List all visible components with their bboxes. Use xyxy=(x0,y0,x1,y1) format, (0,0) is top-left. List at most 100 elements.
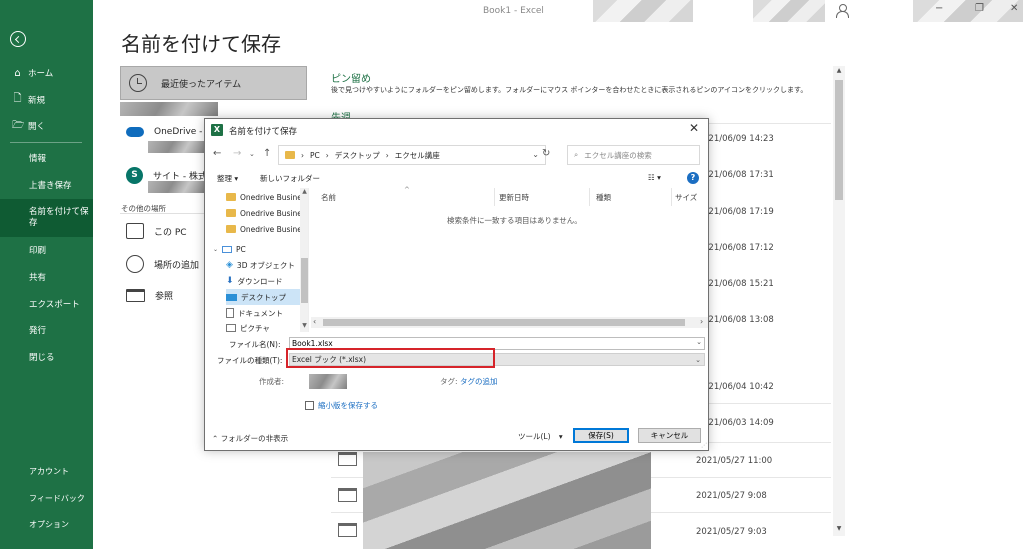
nav-item-label: ドキュメント xyxy=(238,308,283,318)
address-bar[interactable]: › PC › デスクトップ › エクセル講座 ⌄ xyxy=(278,145,546,165)
breadcrumb-item[interactable]: デスクトップ xyxy=(335,150,380,161)
organize-button[interactable]: 整理 ▾ xyxy=(217,173,238,184)
column-header-type[interactable]: 種類 xyxy=(596,192,611,203)
scroll-thumb[interactable] xyxy=(835,80,843,200)
close-icon[interactable]: ✕ xyxy=(689,121,699,135)
save-button[interactable]: 保存(S) xyxy=(573,428,629,443)
hide-folders-button[interactable]: ⌃ フォルダーの非表示 xyxy=(212,433,288,444)
clock-icon xyxy=(129,74,147,92)
pc-icon xyxy=(222,245,233,253)
location-label: この PC xyxy=(154,227,187,238)
title-bar: Book1 - Excel − ❐ ✕ xyxy=(93,0,1024,22)
sidebar-item-export[interactable]: エクスポート xyxy=(0,290,93,317)
sidebar-item-home[interactable]: ⌂ ホーム xyxy=(12,60,92,87)
nav-item-label: 3D オブジェクト xyxy=(236,260,295,270)
content-scrollbar[interactable]: ▲ ▼ xyxy=(833,66,845,536)
sidebar-item-options[interactable]: オプション xyxy=(0,512,93,539)
forward-arrow-icon[interactable]: → xyxy=(233,148,241,159)
search-input[interactable]: ⌕ エクセル講座の検索 xyxy=(567,145,700,165)
column-header-size[interactable]: サイズ xyxy=(675,192,697,203)
location-onedrive[interactable]: OneDrive - xyxy=(126,127,202,137)
nav-item[interactable]: ⬇ ダウンロード xyxy=(226,273,308,289)
restore-icon[interactable]: ❐ xyxy=(975,3,984,14)
nav-pane-scrollbar[interactable]: ▲ ▼ xyxy=(300,188,308,332)
sidebar-item-save[interactable]: 上書き保存 xyxy=(0,172,93,199)
recent-date: 2021/05/27 9:03 xyxy=(696,527,767,537)
scroll-thumb[interactable] xyxy=(323,319,685,326)
user-icon[interactable] xyxy=(836,4,849,18)
nav-item-selected[interactable]: デスクトップ xyxy=(226,289,300,305)
save-thumbnail-option[interactable]: 縮小版を保存する xyxy=(305,400,378,411)
sidebar-item-save-as[interactable]: 名前を付けて保 存 xyxy=(0,198,93,237)
close-window-icon[interactable]: ✕ xyxy=(1010,3,1018,14)
save-thumbnail-label: 縮小版を保存する xyxy=(318,401,378,410)
minimize-icon[interactable]: − xyxy=(935,3,943,14)
scroll-up-icon[interactable]: ▲ xyxy=(833,66,845,76)
cancel-button[interactable]: キャンセル xyxy=(638,428,701,443)
sidebar-item-print[interactable]: 印刷 xyxy=(0,237,93,264)
location-label: 場所の追加 xyxy=(154,260,200,271)
location-this-pc[interactable]: この PC xyxy=(126,223,187,239)
nav-item-label: ダウンロード xyxy=(237,276,283,286)
location-recent[interactable]: 最近使ったアイテム xyxy=(120,66,307,100)
nav-item[interactable]: ◈ 3D オブジェクト xyxy=(226,257,308,273)
help-icon[interactable]: ? xyxy=(687,172,699,184)
sidebar-item-new[interactable]: 🗋 新規 xyxy=(12,87,92,114)
scroll-left-icon[interactable]: ‹ xyxy=(313,317,316,326)
recent-date: 021/06/03 14:09 xyxy=(703,418,774,428)
chevron-down-icon[interactable]: ⌄ xyxy=(249,150,255,158)
location-add-place[interactable]: 場所の追加 xyxy=(126,255,199,273)
resize-grip-icon[interactable]: ⋰ xyxy=(701,442,707,449)
location-label: 最近使ったアイテム xyxy=(161,79,242,90)
new-folder-button[interactable]: 新しいフォルダー xyxy=(260,173,320,184)
breadcrumb-separator: › xyxy=(325,150,329,160)
scroll-thumb[interactable] xyxy=(301,258,308,303)
sidebar-item-open[interactable]: 🗁 開く xyxy=(12,113,92,140)
sidebar-item-label: 開く xyxy=(28,122,46,133)
column-header-name[interactable]: 名前 xyxy=(321,192,336,203)
column-header-modified[interactable]: 更新日時 xyxy=(499,192,529,203)
recent-date: 2021/05/27 9:08 xyxy=(696,491,767,501)
scroll-down-icon[interactable]: ▼ xyxy=(300,322,308,329)
add-tag-link[interactable]: タグの追加 xyxy=(460,376,498,387)
page-title: 名前を付けて保存 xyxy=(121,32,281,56)
scroll-up-icon[interactable]: ▲ xyxy=(300,188,308,195)
save-thumbnail-checkbox[interactable] xyxy=(305,401,314,410)
scroll-right-icon[interactable]: › xyxy=(700,317,703,326)
nav-item-label: デスクトップ xyxy=(241,292,286,302)
sidebar-item-share[interactable]: 共有 xyxy=(0,263,93,290)
nav-item[interactable]: Onedrive Busine xyxy=(226,205,308,221)
nav-item[interactable]: ピクチャ xyxy=(226,320,308,332)
sidebar-item-account[interactable]: アカウント xyxy=(0,458,93,485)
scroll-down-icon[interactable]: ▼ xyxy=(833,524,845,534)
nav-item[interactable]: ドキュメント xyxy=(226,305,308,321)
filetype-label: ファイルの種類(T): xyxy=(217,356,283,365)
folder-icon xyxy=(126,289,145,302)
folder-icon xyxy=(338,488,357,502)
tools-button[interactable]: ツール(L) ▾ xyxy=(518,431,563,442)
sidebar-item-close[interactable]: 閉じる xyxy=(0,344,93,371)
nav-item[interactable]: Onedrive Busine xyxy=(226,221,308,237)
sidebar-item-publish[interactable]: 発行 xyxy=(0,317,93,344)
back-arrow-icon[interactable] xyxy=(10,31,26,47)
redacted-block xyxy=(120,102,218,116)
nav-item-pc[interactable]: ⌄ PC xyxy=(213,241,308,257)
back-arrow-icon[interactable]: ← xyxy=(213,148,221,159)
up-arrow-icon[interactable]: ↑ xyxy=(263,148,271,159)
file-list-hscrollbar[interactable]: ‹ › xyxy=(311,317,708,328)
chevron-down-icon: ▾ xyxy=(558,432,563,441)
chevron-down-icon[interactable]: ⌄ xyxy=(696,338,702,346)
author-value[interactable] xyxy=(309,374,347,389)
3d-objects-icon: ◈ xyxy=(226,260,233,270)
breadcrumb-item[interactable]: エクセル講座 xyxy=(395,150,440,161)
nav-item[interactable]: Onedrive Busine xyxy=(226,189,308,205)
refresh-icon[interactable]: ↻ xyxy=(542,148,550,159)
sidebar-item-feedback[interactable]: フィードバック xyxy=(0,485,93,512)
view-options-icon[interactable]: ☷ ▾ xyxy=(648,173,661,182)
location-browse[interactable]: 参照 xyxy=(126,289,173,302)
pictures-icon xyxy=(226,324,236,332)
chevron-down-icon[interactable]: ⌄ xyxy=(532,150,539,159)
breadcrumb-item[interactable]: PC xyxy=(310,151,320,160)
folder-icon xyxy=(285,151,295,159)
sidebar-item-info[interactable]: 情報 xyxy=(0,145,93,172)
